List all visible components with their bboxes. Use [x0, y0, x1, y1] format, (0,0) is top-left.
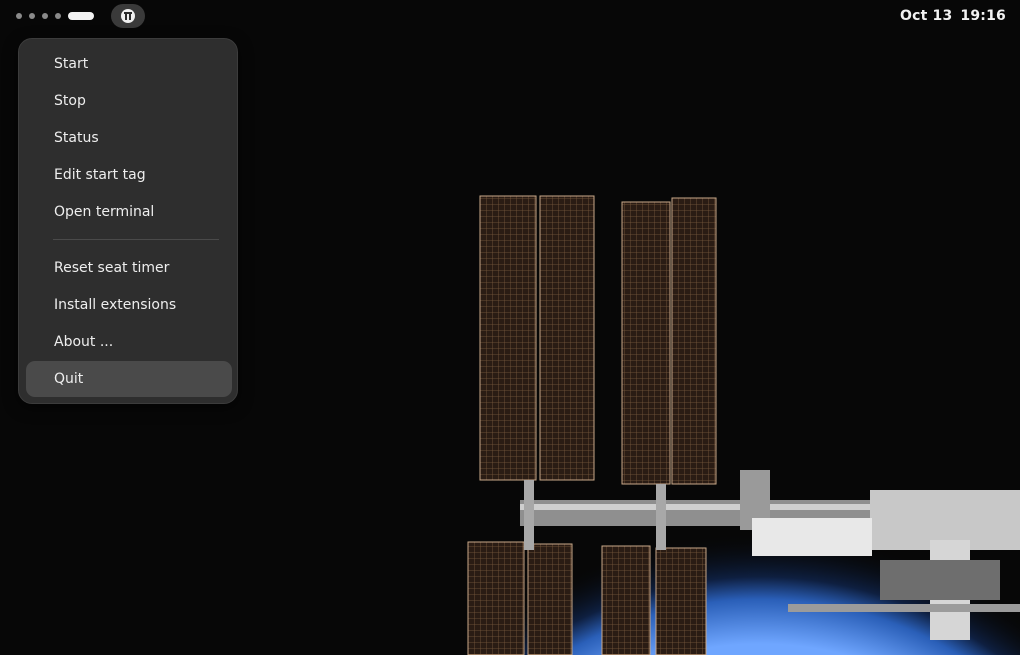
menu-item-start[interactable]: Start [26, 46, 232, 82]
menu-item-label: Reset seat timer [54, 260, 170, 276]
workspace-indicator[interactable] [16, 11, 94, 21]
extension-tray-button[interactable] [111, 4, 145, 28]
menu-item-edit-start-tag[interactable]: Edit start tag [26, 157, 232, 193]
menu-item-label: Start [54, 56, 89, 72]
workspace-dot[interactable] [55, 13, 61, 19]
extension-popup-menu: Start Stop Status Edit start tag Open te… [18, 38, 238, 404]
clock-time: 19:16 [960, 8, 1006, 24]
clock-date: Oct 13 [899, 8, 953, 24]
menu-item-label: About ... [54, 334, 114, 350]
menu-item-status[interactable]: Status [26, 120, 232, 156]
menu-separator [53, 239, 219, 240]
menu-item-open-terminal[interactable]: Open terminal [26, 194, 232, 230]
menu-item-label: Status [54, 130, 99, 146]
workspace-dot[interactable] [42, 13, 48, 19]
menu-item-label: Quit [54, 371, 84, 387]
menu-item-label: Open terminal [54, 204, 155, 220]
menu-item-stop[interactable]: Stop [26, 83, 232, 119]
menu-item-install-extensions[interactable]: Install extensions [26, 287, 232, 323]
extension-indicator-icon [121, 9, 135, 23]
solar-array-upper-right [621, 197, 717, 485]
top-bar: Oct 13 19:16 [0, 0, 1020, 32]
menu-item-reset-seat-timer[interactable]: Reset seat timer [26, 250, 232, 286]
menu-item-label: Edit start tag [54, 167, 146, 183]
workspace-dot[interactable] [16, 13, 22, 19]
workspace-active-pill[interactable] [68, 12, 94, 20]
menu-item-about[interactable]: About ... [26, 324, 232, 360]
menu-item-quit[interactable]: Quit [26, 361, 232, 397]
menu-item-label: Install extensions [54, 297, 177, 313]
clock[interactable]: Oct 13 19:16 [900, 6, 1006, 26]
menu-item-label: Stop [54, 93, 86, 109]
workspace-dot[interactable] [29, 13, 35, 19]
